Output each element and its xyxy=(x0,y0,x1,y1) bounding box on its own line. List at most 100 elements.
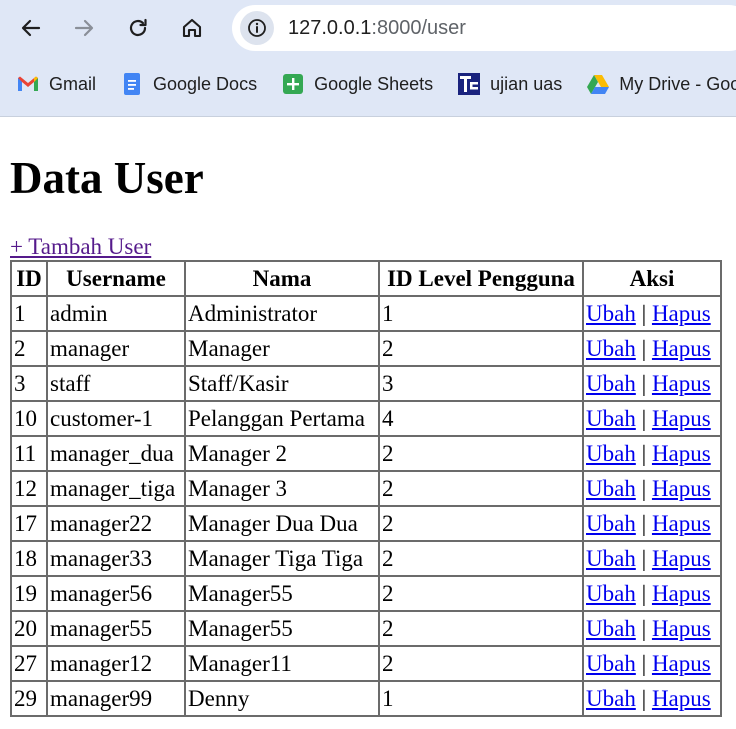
delete-link[interactable]: Hapus xyxy=(652,406,711,431)
bookmark-ujian-uas[interactable]: ujian uas xyxy=(457,68,562,100)
google-sheets-icon xyxy=(283,74,304,94)
table-row: 1 admin Administrator 1 Ubah | Hapus xyxy=(11,296,721,331)
arrow-right-icon xyxy=(74,19,94,37)
home-icon xyxy=(182,18,202,38)
action-separator: | xyxy=(641,685,647,711)
cell-username: manager xyxy=(47,331,185,366)
edit-link[interactable]: Ubah xyxy=(586,581,636,606)
cell-username: manager99 xyxy=(47,681,185,716)
table-row: 10 customer-1 Pelanggan Pertama 4 Ubah | Hap… xyxy=(11,401,721,436)
google-drive-icon xyxy=(587,75,610,94)
cell-aksi: Ubah | Hapus xyxy=(583,401,721,436)
cell-id: 18 xyxy=(11,541,47,576)
page-content: Data User + Tambah User ID Username Nama… xyxy=(10,116,722,717)
table-row: 12 manager_tiga Manager 3 2 Ubah | Hapus xyxy=(11,471,721,506)
bookmark-google-docs[interactable]: Google Docs xyxy=(120,68,257,100)
edit-link[interactable]: Ubah xyxy=(586,371,636,396)
cell-id: 29 xyxy=(11,681,47,716)
action-separator: | xyxy=(641,510,647,536)
bookmark-gmail[interactable]: Gmail xyxy=(16,68,96,100)
cell-aksi: Ubah | Hapus xyxy=(583,611,721,646)
tune-icon xyxy=(248,19,266,37)
delete-link[interactable]: Hapus xyxy=(652,686,711,711)
cell-id: 10 xyxy=(11,401,47,436)
edit-link[interactable]: Ubah xyxy=(586,441,636,466)
cell-level: 4 xyxy=(379,401,583,436)
url-host: 127.0.0.1 xyxy=(288,16,372,39)
bookmark-label: My Drive - Goog xyxy=(619,73,736,94)
table-header-row: ID Username Nama ID Level Pengguna Aksi xyxy=(11,261,721,296)
cell-level: 1 xyxy=(379,681,583,716)
cell-id: 12 xyxy=(11,471,47,506)
back-button[interactable] xyxy=(13,10,49,46)
page-title: Data User xyxy=(10,153,204,203)
cell-username: manager56 xyxy=(47,576,185,611)
cell-level: 2 xyxy=(379,646,583,681)
cell-aksi: Ubah | Hapus xyxy=(583,576,721,611)
action-separator: | xyxy=(641,440,647,466)
delete-link[interactable]: Hapus xyxy=(652,511,711,536)
cell-nama: Manager Dua Dua xyxy=(185,506,379,541)
action-separator: | xyxy=(641,475,647,501)
cell-aksi: Ubah | Hapus xyxy=(583,366,721,401)
cell-level: 2 xyxy=(379,611,583,646)
cell-aksi: Ubah | Hapus xyxy=(583,681,721,716)
cell-level: 2 xyxy=(379,541,583,576)
google-docs-icon xyxy=(124,73,141,95)
header-id: ID xyxy=(11,261,47,296)
table-row: 17 manager22 Manager Dua Dua 2 Ubah | Hapus xyxy=(11,506,721,541)
edit-link[interactable]: Ubah xyxy=(586,406,636,431)
cell-aksi: Ubah | Hapus xyxy=(583,506,721,541)
edit-link[interactable]: Ubah xyxy=(586,476,636,501)
cell-nama: Manager11 xyxy=(185,646,379,681)
site-info-button[interactable] xyxy=(240,11,274,45)
edit-link[interactable]: Ubah xyxy=(586,301,636,326)
delete-link[interactable]: Hapus xyxy=(652,371,711,396)
bookmark-label: Gmail xyxy=(49,73,97,94)
cell-nama: Pelanggan Pertama xyxy=(185,401,379,436)
table-row: 18 manager33 Manager Tiga Tiga 2 Ubah | Hapu… xyxy=(11,541,721,576)
cell-aksi: Ubah | Hapus xyxy=(583,296,721,331)
cell-nama: Administrator xyxy=(185,296,379,331)
edit-link[interactable]: Ubah xyxy=(586,616,636,641)
cell-username: manager_tiga xyxy=(47,471,185,506)
forward-button[interactable] xyxy=(66,10,102,46)
delete-link[interactable]: Hapus xyxy=(652,616,711,641)
delete-link[interactable]: Hapus xyxy=(652,581,711,606)
home-button[interactable] xyxy=(174,10,210,46)
bookmark-google-sheets[interactable]: Google Sheets xyxy=(281,68,433,100)
table-row: 29 manager99 Denny 1 Ubah | Hapus xyxy=(11,681,721,716)
delete-link[interactable]: Hapus xyxy=(652,336,711,361)
bookmark-label: ujian uas xyxy=(490,73,563,94)
cell-aksi: Ubah | Hapus xyxy=(583,646,721,681)
table-body: 1 admin Administrator 1 Ubah | Hapus 2 manager… xyxy=(11,296,721,716)
edit-link[interactable]: Ubah xyxy=(586,686,636,711)
delete-link[interactable]: Hapus xyxy=(652,301,711,326)
cell-level: 2 xyxy=(379,331,583,366)
edit-link[interactable]: Ubah xyxy=(586,511,636,536)
cell-id: 17 xyxy=(11,506,47,541)
delete-link[interactable]: Hapus xyxy=(652,476,711,501)
cell-nama: Manager55 xyxy=(185,576,379,611)
cell-username: staff xyxy=(47,366,185,401)
delete-link[interactable]: Hapus xyxy=(652,441,711,466)
cell-id: 3 xyxy=(11,366,47,401)
address-bar[interactable]: 127.0.0.1:8000/user xyxy=(232,5,736,51)
bookmark-my-drive[interactable]: My Drive - Goog xyxy=(586,68,736,100)
bookmark-label: Google Sheets xyxy=(314,73,434,94)
cell-level: 2 xyxy=(379,506,583,541)
reload-button[interactable] xyxy=(120,10,156,46)
edit-link[interactable]: Ubah xyxy=(586,651,636,676)
edit-link[interactable]: Ubah xyxy=(586,336,636,361)
action-separator: | xyxy=(641,405,647,431)
cell-id: 20 xyxy=(11,611,47,646)
delete-link[interactable]: Hapus xyxy=(652,546,711,571)
edit-link[interactable]: Ubah xyxy=(586,546,636,571)
cell-id: 27 xyxy=(11,646,47,681)
header-username: Username xyxy=(47,261,185,296)
users-table: ID Username Nama ID Level Pengguna Aksi … xyxy=(10,260,722,717)
url-path: :8000/user xyxy=(371,16,466,39)
table-row: 27 manager12 Manager11 2 Ubah | Hapus xyxy=(11,646,721,681)
add-user-link[interactable]: + Tambah User xyxy=(10,234,151,260)
delete-link[interactable]: Hapus xyxy=(652,651,711,676)
